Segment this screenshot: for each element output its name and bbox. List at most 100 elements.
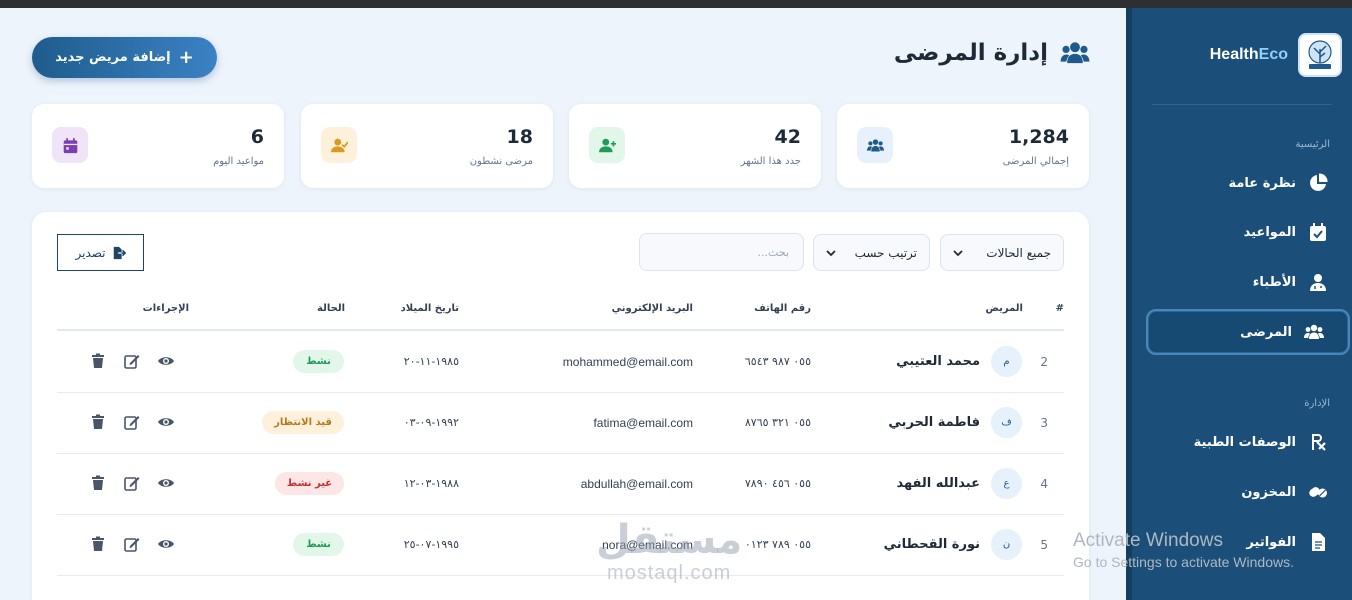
chevron-down-icon: [826, 249, 836, 256]
invoice-icon: [1312, 533, 1325, 551]
search-box: [639, 233, 804, 271]
row-index: 2: [1040, 354, 1048, 369]
brand-name-part1: Health: [1209, 46, 1259, 63]
patient-email: fatima@email.com: [593, 415, 693, 430]
status-badge: نشط: [293, 350, 344, 373]
sort-by-select[interactable]: ترتيب حسب: [813, 234, 930, 271]
stat-label: جدد هذا الشهر: [740, 156, 801, 167]
row-index: 3: [1040, 415, 1048, 430]
doctor-icon: [1310, 274, 1326, 291]
status-filter-value: جميع الحالات: [986, 245, 1051, 260]
sidebar-item-label: نظرة عامة: [1228, 175, 1296, 191]
edit-button[interactable]: [123, 474, 141, 492]
column-header-email: البريد الإلكتروني: [611, 303, 693, 314]
mostaql-watermark-url: mostaql.com: [606, 562, 732, 584]
browser-top-strip: [0, 0, 1352, 8]
stat-card-total-patients: 1,284 إجمالي المرضى: [837, 104, 1089, 188]
calendar-icon: [63, 137, 77, 153]
sidebar-item-inventory[interactable]: المخزون: [1146, 469, 1352, 515]
edit-button[interactable]: [123, 352, 141, 370]
activate-windows-title: Activate Windows: [1073, 530, 1223, 551]
chevron-down-icon: [953, 249, 963, 256]
view-button[interactable]: [157, 413, 175, 431]
patient-name[interactable]: عبدالله الفهد: [896, 453, 980, 514]
sidebar-item-overview[interactable]: نظرة عامة: [1146, 160, 1352, 206]
stat-icon: [589, 127, 625, 163]
add-patient-button[interactable]: + إضافة مريض جديد: [32, 37, 217, 78]
sidebar-item-label: المواعيد: [1243, 224, 1296, 240]
export-label: تصدير: [75, 245, 106, 260]
brand-name: HealthEco: [1210, 46, 1288, 64]
column-header-dob: تاريخ الميلاد: [400, 303, 459, 314]
stat-icon: [321, 127, 357, 163]
delete-button[interactable]: [89, 352, 107, 370]
trash-icon: [92, 353, 104, 368]
page-title-text: إدارة المرضى: [893, 40, 1048, 66]
status-filter-select[interactable]: جميع الحالات: [940, 234, 1064, 271]
status-badge: قيد الانتظار: [262, 411, 344, 434]
eye-icon: [158, 540, 174, 548]
patient-name[interactable]: محمد العتيبي: [896, 331, 980, 392]
delete-button[interactable]: [89, 535, 107, 553]
table-row[interactable]: 4 ع عبدالله الفهد ٠٥٥ ٤٥٦ ٧٨٩٠ abdullah@…: [32, 453, 1089, 514]
export-button[interactable]: تصدير: [57, 234, 144, 271]
edit-button[interactable]: [123, 535, 141, 553]
view-button[interactable]: [157, 535, 175, 553]
users-icon: [1304, 324, 1324, 339]
patient-name[interactable]: نورة القحطاني: [884, 514, 980, 575]
sidebar-item-doctors[interactable]: الأطباء: [1146, 259, 1352, 305]
stat-label: مواعيد اليوم: [213, 156, 264, 167]
sort-by-value: ترتيب حسب: [854, 245, 917, 260]
edit-button[interactable]: [123, 413, 141, 431]
stat-card-active-patients: 18 مرضى نشطون: [301, 104, 553, 188]
delete-button[interactable]: [89, 413, 107, 431]
users-icon: [866, 138, 884, 151]
stat-icon: [857, 127, 893, 163]
stat-value: 6: [250, 126, 264, 148]
sidebar-item-patients[interactable]: المرضى: [1146, 309, 1350, 355]
trash-icon: [92, 536, 104, 551]
file-export-icon: [113, 246, 126, 259]
avatar: ف: [991, 407, 1022, 438]
plus-icon: +: [178, 46, 194, 68]
table-row[interactable]: 3 ف فاطمة الحربي ٠٥٥ ٣٢١ ٨٧٦٥ fatima@ema…: [32, 392, 1089, 453]
column-header-actions: الإجراءات: [142, 303, 189, 314]
mostaql-watermark: مستقل mostaql.com: [596, 518, 742, 585]
sidebar-item-appointments[interactable]: المواعيد: [1146, 209, 1352, 255]
stat-value: 18: [506, 126, 533, 148]
patient-dob: ١٩٩٢-٠٩-٠٣: [403, 416, 459, 429]
tree-logo-icon: [1308, 40, 1332, 69]
sidebar-section-admin: الإدارة: [1304, 398, 1330, 409]
sidebar-item-prescriptions[interactable]: الوصفات الطبية: [1146, 419, 1352, 465]
status-badge: نشط: [293, 533, 344, 556]
activate-windows-subtitle: Go to Settings to activate Windows.: [1073, 554, 1294, 570]
user-plus-icon: [598, 138, 616, 152]
stat-value: 1,284: [1008, 126, 1069, 148]
brand-name-part2: Eco: [1258, 46, 1288, 63]
trash-icon: [92, 414, 104, 429]
add-patient-label: إضافة مريض جديد: [55, 50, 171, 65]
table-row[interactable]: 5 ن نورة القحطاني ٠٥٥ ٧٨٩ ٠١٢٣ nora@emai…: [32, 514, 1089, 575]
user-check-icon: [330, 138, 348, 152]
patient-dob: ١٩٨٨-٠٣-١٢: [403, 477, 459, 490]
activate-windows-watermark: Activate Windows Go to Settings to activ…: [1073, 530, 1294, 570]
view-button[interactable]: [157, 474, 175, 492]
table-row[interactable]: 2 م محمد العتيبي ٠٥٥ ٩٨٧ ٦٥٤٣ mohammed@e…: [32, 331, 1089, 392]
calendar-check-icon: [1310, 223, 1326, 241]
sidebar-divider: [1152, 104, 1332, 105]
row-divider: [57, 575, 1064, 576]
view-button[interactable]: [157, 352, 175, 370]
patient-name[interactable]: فاطمة الحربي: [888, 392, 980, 453]
page-title: إدارة المرضى: [894, 40, 1090, 66]
mostaql-watermark-arabic: مستقل: [596, 517, 743, 563]
column-header-status: الحالة: [317, 303, 345, 314]
search-input[interactable]: [640, 234, 803, 270]
column-header-index: #: [1055, 303, 1064, 314]
brand[interactable]: HealthEco: [1210, 32, 1342, 78]
avatar: ع: [991, 468, 1022, 499]
stat-icon: [52, 127, 88, 163]
stat-label: مرضى نشطون: [469, 156, 533, 167]
edit-icon: [124, 416, 140, 430]
delete-button[interactable]: [89, 474, 107, 492]
patient-phone: ٠٥٥ ٧٨٩ ٠١٢٣: [744, 538, 811, 551]
